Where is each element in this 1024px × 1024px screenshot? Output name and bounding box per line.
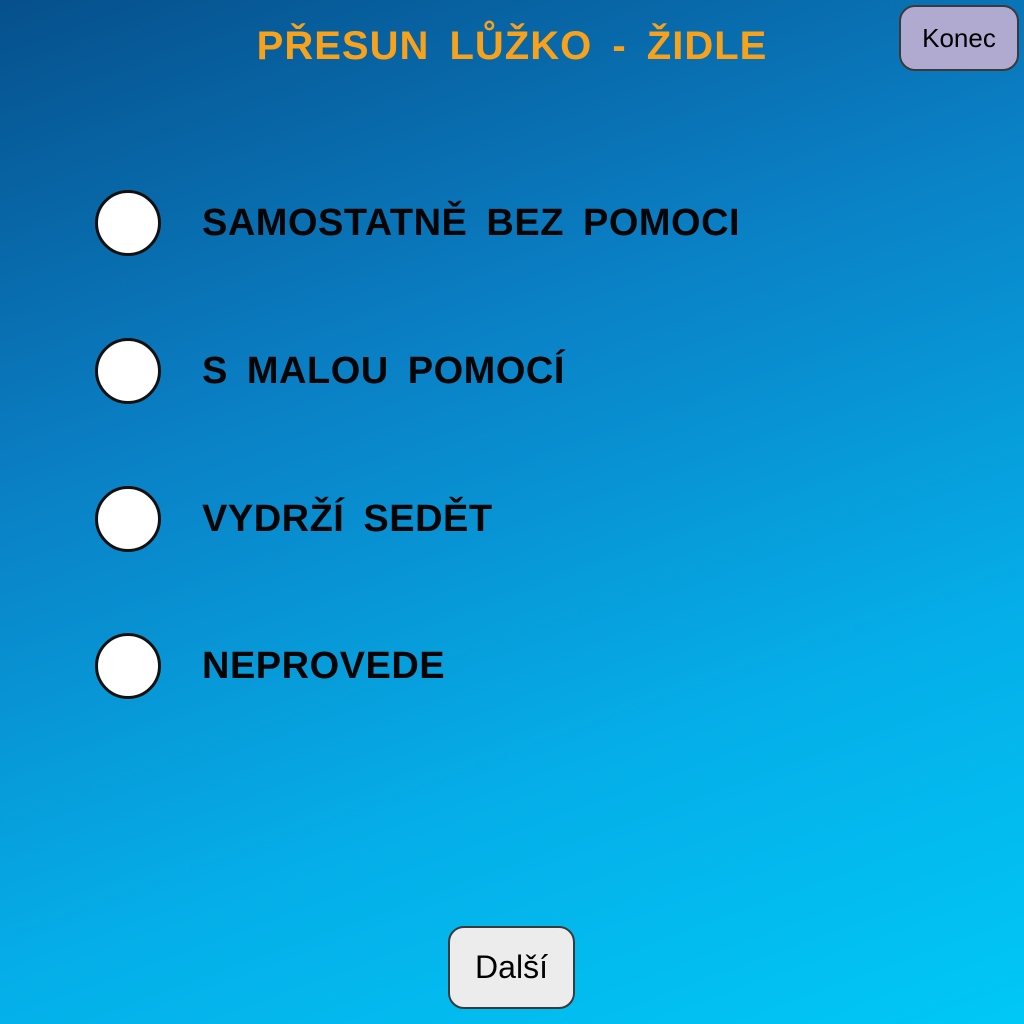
end-button[interactable]: Konec (899, 5, 1019, 71)
option-label: NEPROVEDE (202, 644, 446, 687)
radio-button[interactable] (95, 486, 161, 552)
option-label: S MALOU POMOCÍ (202, 349, 565, 392)
option-samostatne[interactable]: SAMOSTATNĚ BEZ POMOCI (95, 190, 740, 256)
radio-button[interactable] (95, 190, 161, 256)
option-label: SAMOSTATNĚ BEZ POMOCI (202, 201, 741, 244)
radio-button[interactable] (95, 338, 161, 404)
option-neprovede[interactable]: NEPROVEDE (95, 633, 445, 699)
option-vydrzi-sedet[interactable]: VYDRŽÍ SEDĚT (95, 486, 493, 552)
page-title: PŘESUN LŮŽKO - ŽIDLE (256, 24, 768, 68)
option-label: VYDRŽÍ SEDĚT (202, 497, 493, 540)
radio-button[interactable] (95, 633, 161, 699)
option-s-malou-pomoci[interactable]: S MALOU POMOCÍ (95, 338, 565, 404)
next-button[interactable]: Další (448, 926, 575, 1009)
